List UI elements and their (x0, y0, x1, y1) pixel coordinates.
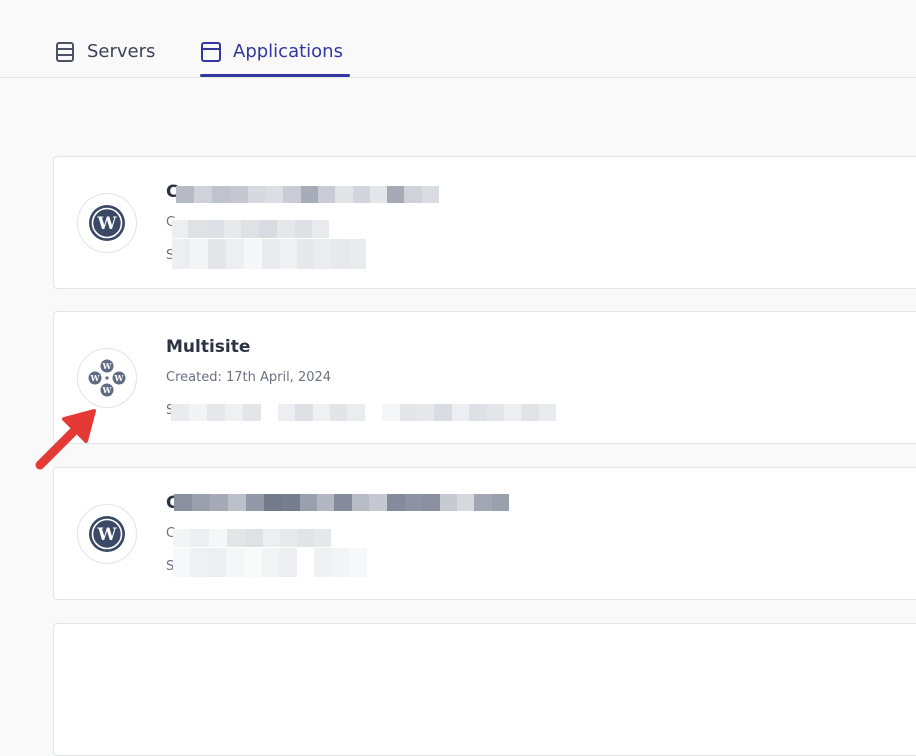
tab-applications[interactable]: Applications (200, 38, 343, 74)
redacted-created (172, 220, 329, 238)
svg-text:W: W (96, 525, 117, 545)
wordpress-icon: W (89, 205, 125, 241)
tab-servers-label: Servers (87, 41, 156, 62)
application-card[interactable]: W C C S (53, 156, 916, 289)
active-tab-indicator (200, 74, 350, 77)
server-icon (56, 42, 74, 62)
app-created-date: Created: 17th April, 2024 (166, 370, 332, 385)
annotation-arrow-icon (35, 409, 96, 470)
redacted-created (173, 529, 331, 547)
application-card[interactable]: W W W W Multisite Created: 17th April, 2… (53, 311, 916, 444)
app-avatar: W W W W (77, 348, 137, 408)
redacted-server (171, 404, 556, 421)
app-avatar: W (77, 504, 137, 564)
redacted-name (174, 494, 509, 511)
application-card[interactable] (53, 623, 916, 756)
svg-text:W: W (102, 361, 113, 371)
redacted-server (173, 548, 367, 577)
svg-text:W: W (102, 385, 113, 395)
svg-text:W: W (114, 373, 125, 383)
tab-bar: Servers Applications (0, 0, 916, 78)
app-name: Multisite (166, 337, 251, 357)
window-icon (201, 42, 221, 62)
wordpress-multisite-icon: W W W W (88, 359, 126, 397)
svg-text:W: W (90, 373, 101, 383)
tab-servers[interactable]: Servers (54, 38, 155, 74)
tab-applications-label: Applications (233, 41, 343, 62)
app-avatar: W (77, 193, 137, 253)
svg-text:W: W (96, 214, 117, 234)
redacted-name (176, 186, 439, 203)
redacted-server (172, 239, 366, 269)
application-card[interactable]: W C C S (53, 467, 916, 600)
wordpress-icon: W (89, 516, 125, 552)
